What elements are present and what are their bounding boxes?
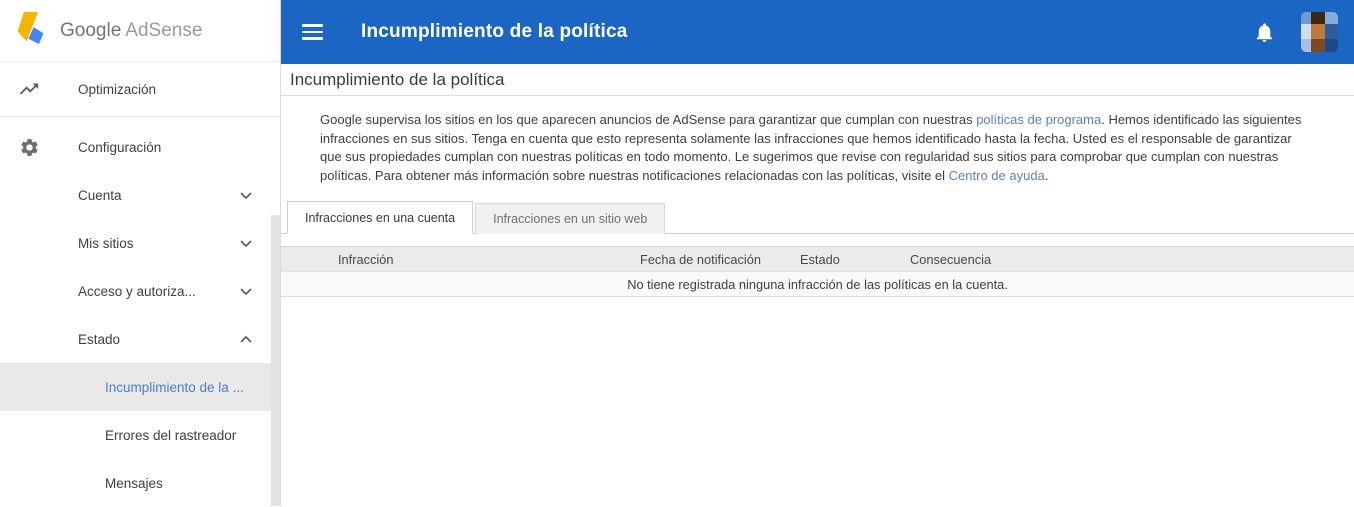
- sidebar-item-acceso-y-autorizacion[interactable]: Acceso y autoriza...: [0, 267, 280, 315]
- appbar-title: Incumplimiento de la política: [361, 21, 628, 42]
- sidebar-item-mis-sitios[interactable]: Mis sitios: [0, 219, 280, 267]
- sidebar-item-estado[interactable]: Estado: [0, 315, 280, 363]
- bell-icon[interactable]: [1253, 19, 1277, 45]
- intro-paragraph: Google supervisa los sitios en los que a…: [320, 111, 1313, 185]
- chevron-down-icon: [239, 286, 253, 296]
- sidebar-scrollbar-thumb[interactable]: [271, 215, 280, 506]
- hamburger-menu-icon[interactable]: [302, 20, 326, 44]
- sidebar-item-cuenta[interactable]: Cuenta: [0, 171, 280, 219]
- column-header-infraccion: Infracción: [338, 251, 394, 267]
- brand-google: Google: [60, 19, 122, 41]
- sidebar-item-label: Estado: [78, 331, 121, 347]
- sidebar-item-errores-rastreador[interactable]: Errores del rastreador: [0, 411, 280, 459]
- tab-infracciones-cuenta[interactable]: Infracciones en una cuenta: [287, 201, 474, 234]
- tab-infracciones-sitio-web[interactable]: Infracciones en un sitio web: [475, 203, 666, 234]
- sidebar: Google AdSense Optimización Configuración…: [0, 0, 281, 506]
- sidebar-item-label: Optimización: [78, 81, 157, 97]
- sidebar-item-label: Acceso y autoriza...: [78, 283, 196, 299]
- table-empty-state-row: No tiene registrada ninguna infracción d…: [281, 272, 1354, 297]
- help-center-link[interactable]: Centro de ayuda: [949, 168, 1045, 183]
- column-header-estado: Estado: [800, 251, 840, 267]
- chevron-down-icon: [239, 190, 253, 200]
- brand-text: Google AdSense: [60, 20, 202, 42]
- page-title: Incumplimiento de la política: [290, 69, 505, 89]
- app-bar: Incumplimiento de la política: [281, 0, 1354, 64]
- brand-header[interactable]: Google AdSense: [0, 0, 280, 62]
- sidebar-item-mensajes[interactable]: Mensajes: [0, 459, 280, 507]
- page-heading-row: Incumplimiento de la política: [281, 64, 1354, 96]
- sidebar-item-label: Incumplimiento de la ...: [105, 379, 244, 395]
- chevron-up-icon: [239, 334, 253, 344]
- tabs-bar: Infracciones en una cuenta Infracciones …: [281, 200, 1354, 234]
- empty-state-message: No tiene registrada ninguna infracción d…: [627, 276, 1008, 292]
- column-header-fecha-notificacion: Fecha de notificación: [640, 251, 761, 267]
- adsense-logo-icon: [15, 10, 47, 51]
- sidebar-item-incumplimiento-politica[interactable]: Incumplimiento de la ...: [0, 363, 272, 411]
- column-header-consecuencia: Consecuencia: [910, 251, 992, 267]
- brand-product: AdSense: [125, 19, 203, 41]
- sidebar-item-label: Errores del rastreador: [105, 427, 237, 443]
- sidebar-item-label: Mensajes: [105, 475, 163, 491]
- trending-up-icon: [18, 78, 40, 100]
- gear-icon: [18, 136, 40, 158]
- intro-text-1: Google supervisa los sitios en los que a…: [320, 112, 977, 127]
- sidebar-item-label: Configuración: [78, 139, 162, 155]
- chevron-down-icon: [239, 238, 253, 248]
- sidebar-item-label: Mis sitios: [78, 235, 134, 251]
- main-area: Incumplimiento de la política Incumplimi…: [281, 0, 1354, 506]
- sidebar-item-configuracion[interactable]: Configuración: [0, 123, 280, 171]
- sidebar-item-label: Cuenta: [78, 187, 122, 203]
- user-avatar[interactable]: [1301, 12, 1338, 52]
- sidebar-item-optimizacion[interactable]: Optimización: [0, 62, 280, 117]
- intro-text-3: .: [1044, 167, 1049, 183]
- table-header-row: Infracción Fecha de notificación Estado …: [281, 246, 1354, 272]
- program-policies-link[interactable]: políticas de programa: [976, 112, 1101, 127]
